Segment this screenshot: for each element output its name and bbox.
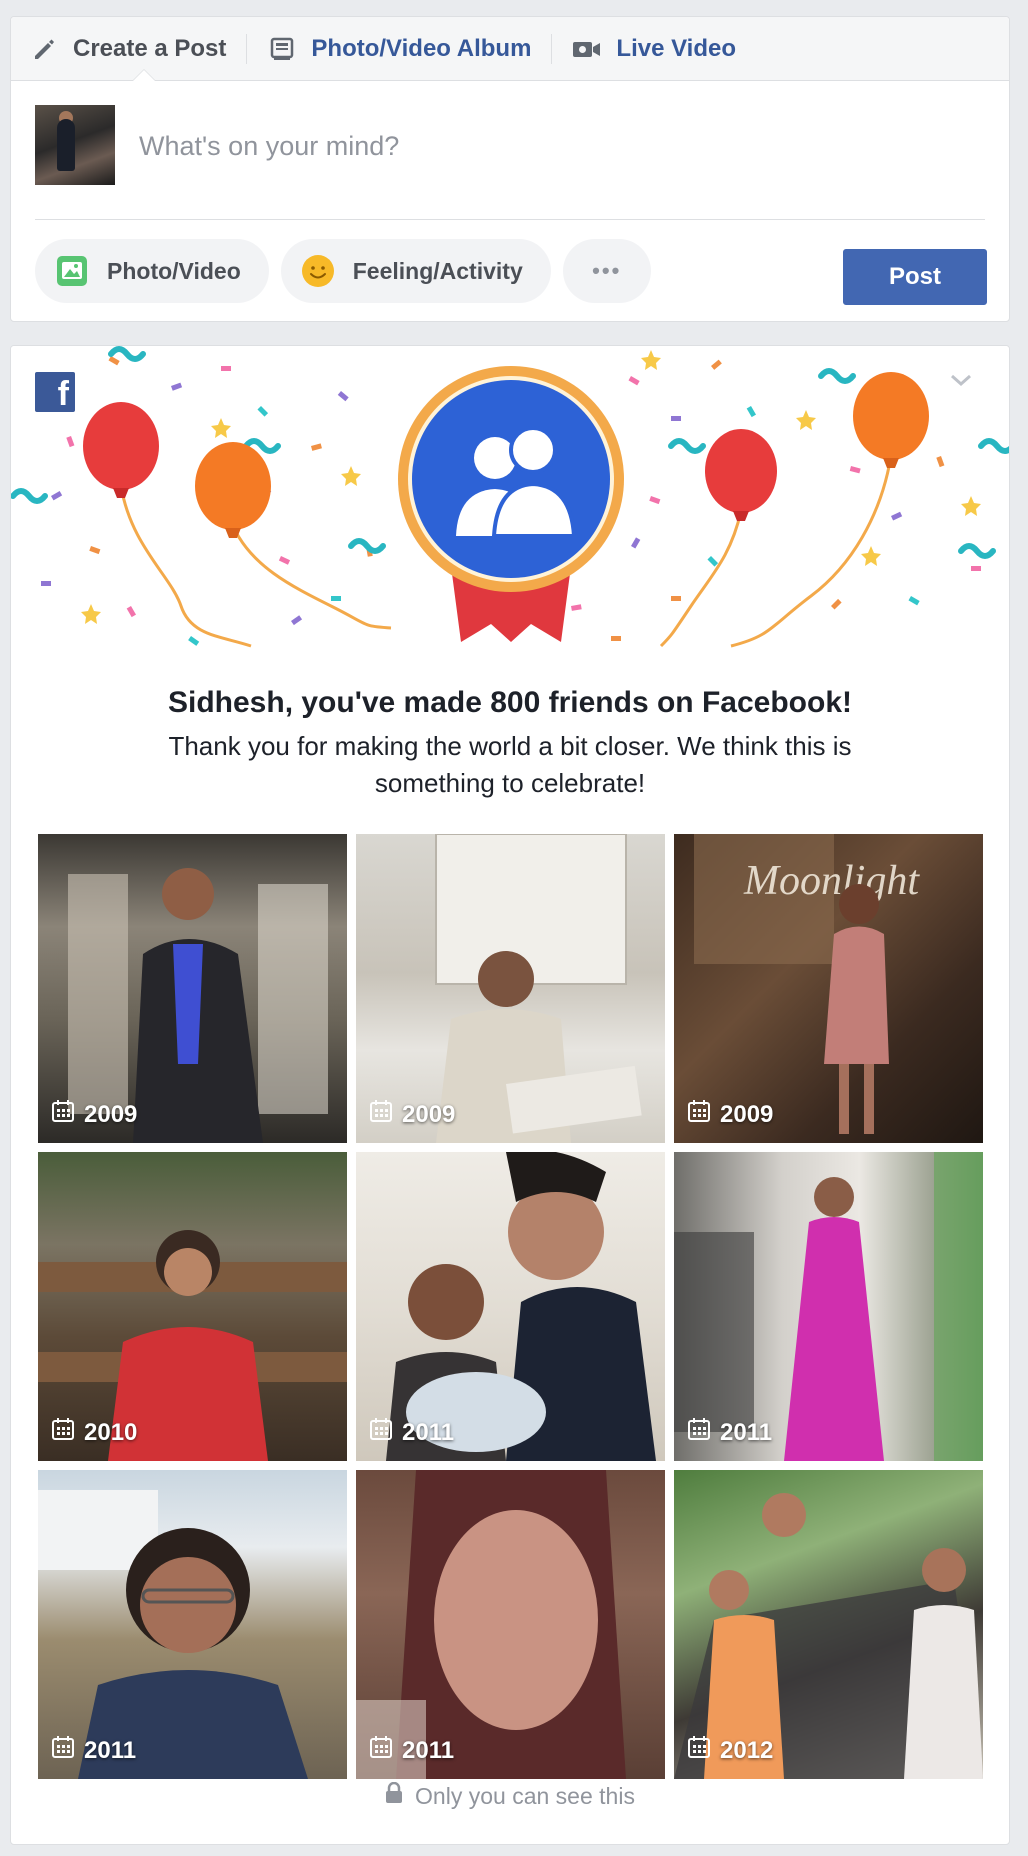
photo-icon bbox=[55, 254, 89, 288]
more-icon: ••• bbox=[592, 258, 622, 283]
active-tab-caret bbox=[133, 70, 155, 81]
friend-photo-tile[interactable]: 2011 bbox=[356, 1152, 665, 1461]
smiley-icon bbox=[301, 254, 335, 288]
year-label: 2010 bbox=[84, 1418, 138, 1446]
pencil-icon bbox=[29, 34, 59, 64]
svg-text:Moonlight: Moonlight bbox=[743, 858, 920, 904]
friend-photo-tile[interactable]: 2010 bbox=[38, 1152, 347, 1461]
year-label: 2009 bbox=[720, 1100, 774, 1128]
composer-actions: Photo/Video Feeling/Activity ••• Post bbox=[11, 221, 1009, 321]
photo-year: 2011 bbox=[52, 1736, 136, 1765]
calendar-icon bbox=[370, 1418, 392, 1447]
status-input[interactable] bbox=[139, 121, 979, 171]
video-camera-icon bbox=[572, 34, 602, 64]
photo-video-button[interactable]: Photo/Video bbox=[35, 239, 269, 303]
tab-divider bbox=[246, 33, 248, 64]
tab-label: Live Video bbox=[616, 34, 737, 62]
milestone-headline: Sidhesh, you've made 800 friends on Face… bbox=[168, 686, 852, 719]
photo-year: 2009 bbox=[370, 1100, 455, 1129]
tab-photo-video-album[interactable]: Photo/Video Album bbox=[267, 17, 531, 81]
year-label: 2011 bbox=[720, 1418, 773, 1446]
photo-year: 2012 bbox=[688, 1736, 773, 1765]
privacy-note-text: Only you can see this bbox=[415, 1782, 635, 1809]
calendar-icon bbox=[688, 1736, 710, 1765]
friend-photo-tile[interactable]: 2009 bbox=[356, 834, 665, 1143]
year-label: 2011 bbox=[402, 1418, 455, 1446]
friend-photo-tile[interactable]: 2011 bbox=[674, 1152, 983, 1461]
photo-year: 2011 bbox=[370, 1736, 454, 1765]
calendar-icon bbox=[52, 1100, 74, 1129]
photo-year: 2011 bbox=[370, 1418, 454, 1447]
tab-live-video[interactable]: Live Video bbox=[572, 17, 736, 81]
composer-divider bbox=[35, 219, 985, 220]
photo-year: 2011 bbox=[688, 1418, 772, 1447]
tab-divider bbox=[551, 33, 553, 64]
calendar-icon bbox=[52, 1418, 74, 1447]
calendar-icon bbox=[370, 1100, 392, 1129]
composer-tabs: Create a Post Photo/Video Album Live Vid… bbox=[11, 17, 1009, 81]
milestone-message: Thank you for making the world a bit clo… bbox=[168, 731, 852, 798]
post-composer: Create a Post Photo/Video Album Live Vid… bbox=[10, 16, 1010, 322]
tab-label: Photo/Video Album bbox=[311, 34, 532, 62]
friends-milestone-card: f Sidhesh, you've made 800 friends on Fa… bbox=[10, 345, 1010, 1845]
celebration-banner: f bbox=[11, 346, 1009, 662]
album-icon bbox=[267, 34, 297, 64]
year-label: 2009 bbox=[84, 1100, 138, 1128]
calendar-icon bbox=[688, 1418, 710, 1447]
calendar-icon bbox=[688, 1100, 710, 1129]
friends-photo-grid: 2009 2009 Moonlight 2009 2010 2011 2011 … bbox=[38, 834, 983, 1779]
photo-year: 2010 bbox=[52, 1418, 137, 1447]
friend-photo-tile[interactable]: 2012 bbox=[674, 1470, 983, 1779]
friend-photo-tile[interactable]: 2011 bbox=[356, 1470, 665, 1779]
confetti-balloons-illustration bbox=[11, 346, 1009, 648]
tab-create-post[interactable]: Create a Post bbox=[29, 17, 226, 81]
friend-photo-tile[interactable]: 2011 bbox=[38, 1470, 347, 1779]
privacy-note: Only you can see this bbox=[11, 1781, 1009, 1810]
friends-medal-icon bbox=[398, 366, 624, 642]
friend-photo-tile[interactable]: Moonlight 2009 bbox=[674, 834, 983, 1143]
calendar-icon bbox=[52, 1736, 74, 1765]
friend-photo-tile[interactable]: 2009 bbox=[38, 834, 347, 1143]
photo-year: 2009 bbox=[688, 1100, 773, 1129]
photo-video-label: Photo/Video bbox=[107, 257, 241, 284]
feeling-activity-button[interactable]: Feeling/Activity bbox=[280, 239, 551, 303]
year-label: 2009 bbox=[402, 1100, 456, 1128]
calendar-icon bbox=[370, 1736, 392, 1765]
tab-label: Create a Post bbox=[73, 34, 227, 62]
photo-year: 2009 bbox=[52, 1100, 137, 1129]
lock-icon bbox=[385, 1781, 403, 1810]
more-options-button[interactable]: ••• bbox=[562, 239, 651, 303]
post-button[interactable]: Post bbox=[843, 249, 987, 305]
chevron-down-icon[interactable] bbox=[949, 372, 973, 393]
year-label: 2011 bbox=[84, 1736, 137, 1764]
year-label: 2011 bbox=[402, 1736, 455, 1764]
year-label: 2012 bbox=[720, 1736, 774, 1764]
composer-body bbox=[11, 81, 1009, 221]
feeling-activity-label: Feeling/Activity bbox=[352, 257, 523, 284]
facebook-logo-icon: f bbox=[35, 372, 75, 413]
avatar[interactable] bbox=[35, 105, 115, 185]
